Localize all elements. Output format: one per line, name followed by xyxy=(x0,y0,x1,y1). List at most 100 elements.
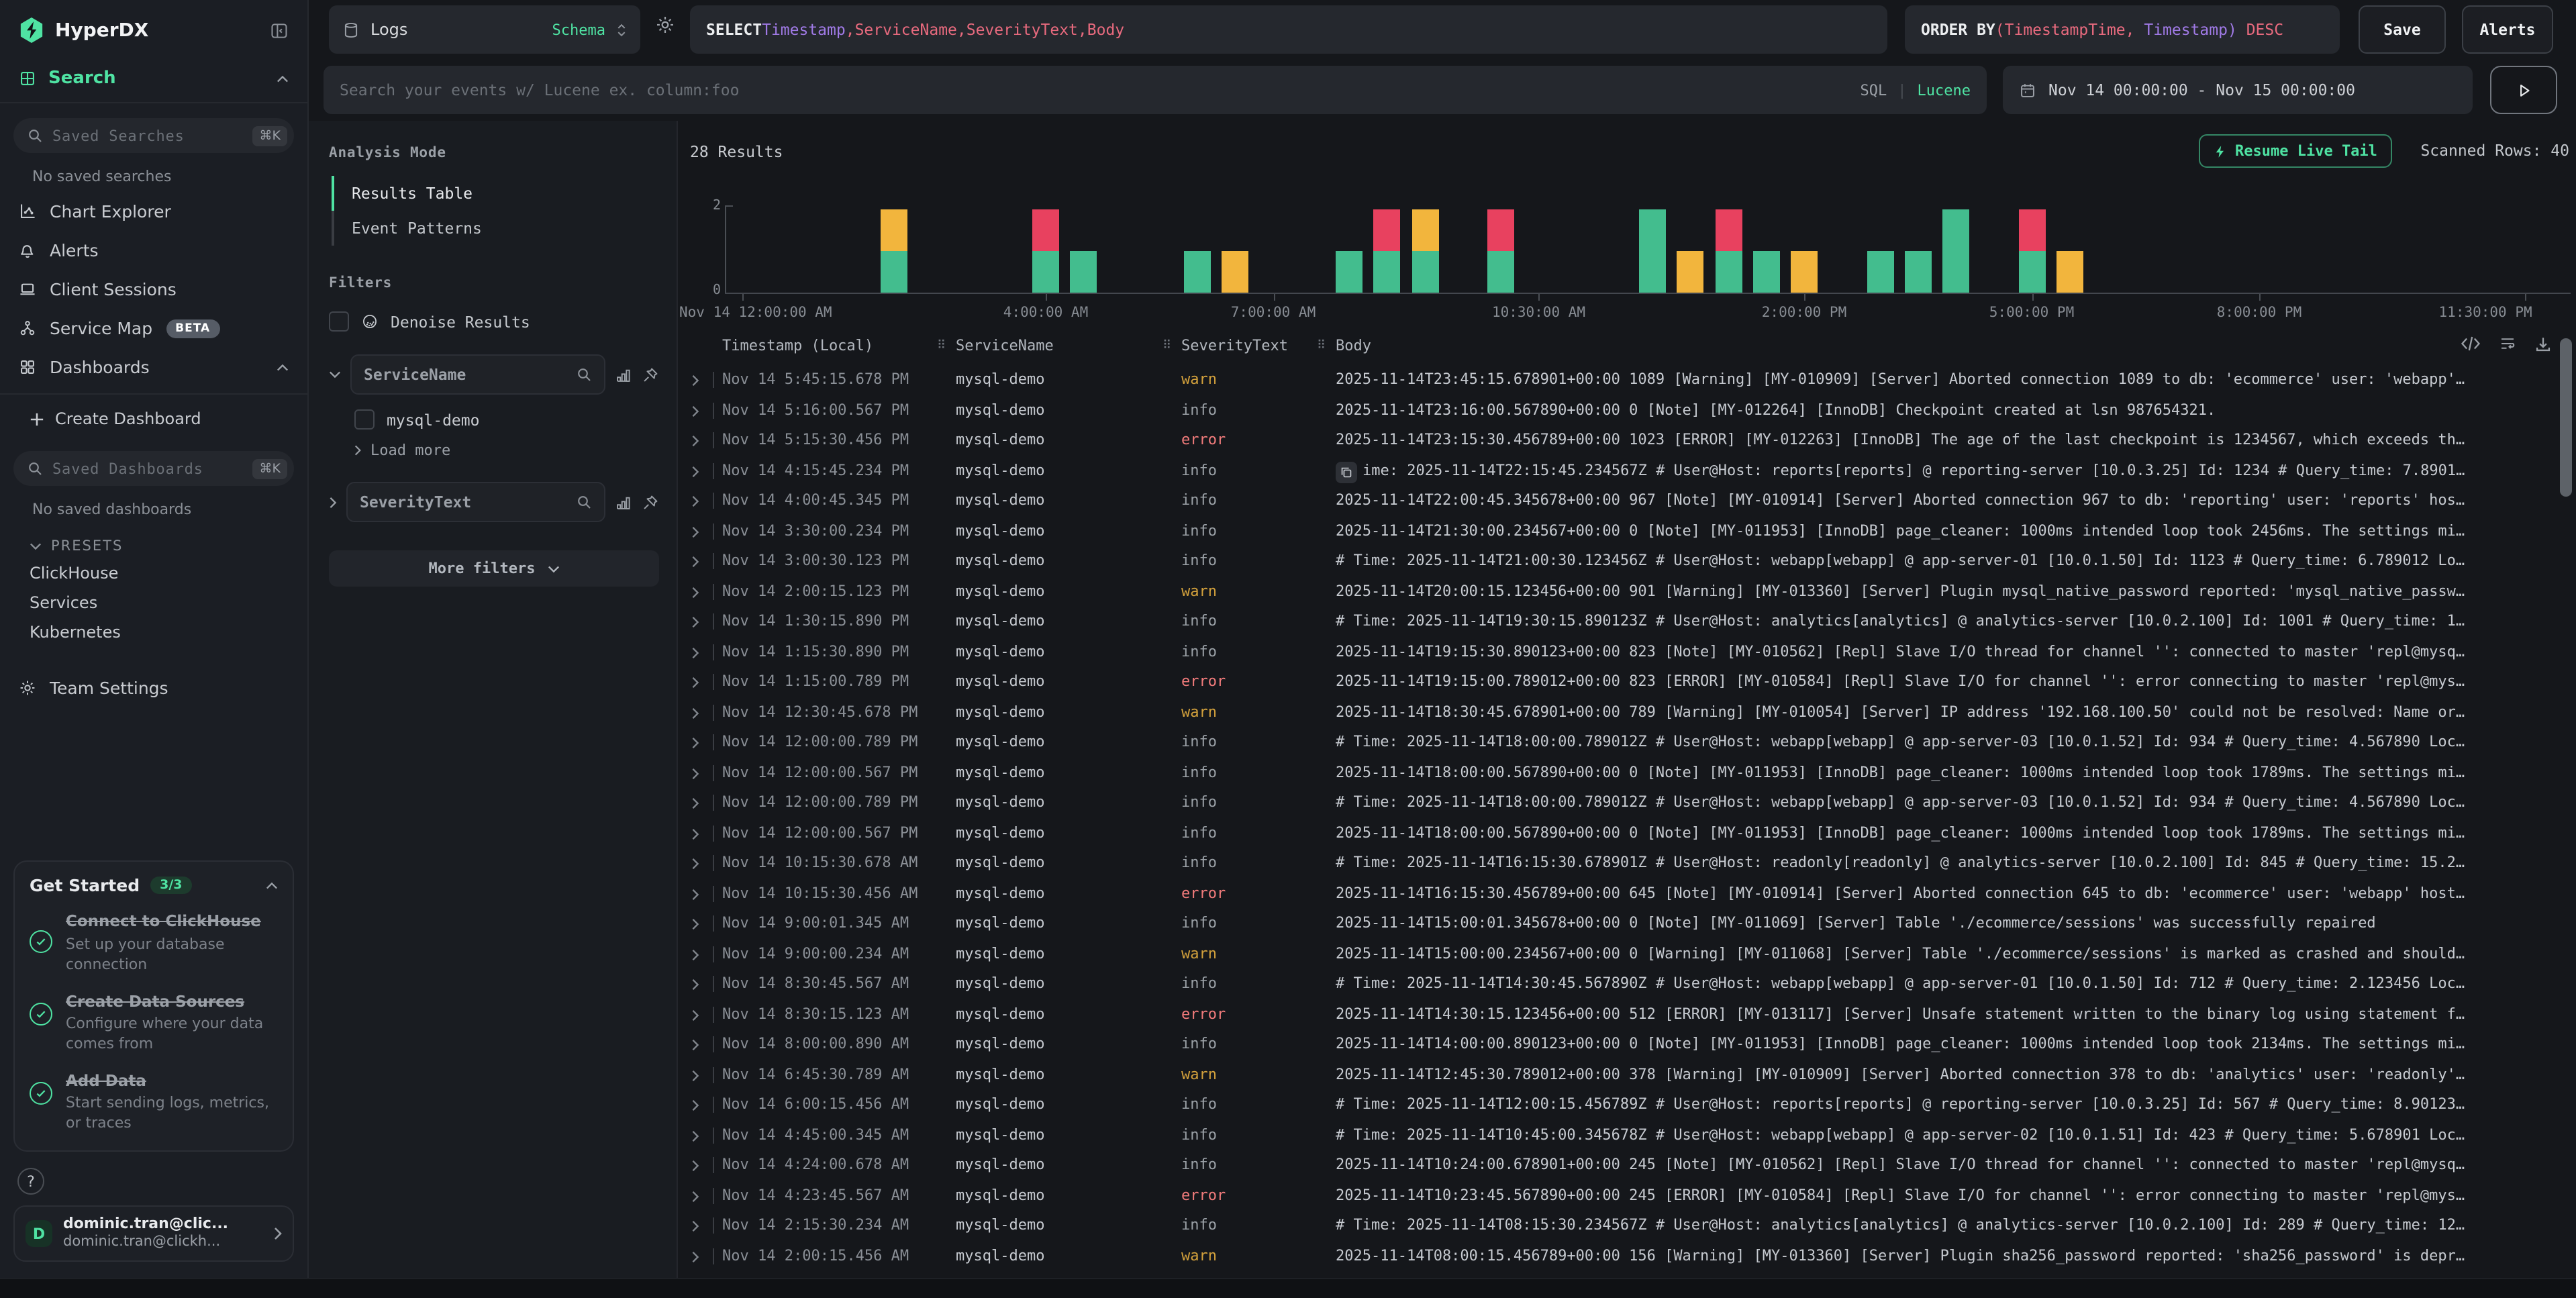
histogram-bar-1-00-pm[interactable] xyxy=(1715,209,1742,293)
expand-row-icon[interactable] xyxy=(691,788,699,800)
histogram-bar-6-30-am[interactable] xyxy=(1222,251,1249,293)
histogram-bar-4-00-am[interactable] xyxy=(1032,209,1059,293)
drag-handle-icon[interactable]: ⠿ xyxy=(1162,340,1171,353)
resume-live-tail-button[interactable]: Resume Live Tail xyxy=(2199,134,2392,168)
expand-row-icon[interactable] xyxy=(691,999,699,1011)
expand-row-icon[interactable] xyxy=(691,1090,699,1102)
expand-row-icon[interactable] xyxy=(691,909,699,921)
preset-item-kubernetes[interactable]: Kubernetes xyxy=(0,617,307,647)
table-row[interactable]: Nov 14 12:00:00.789 PM mysql-demo info #… xyxy=(678,728,2564,758)
presets-toggle[interactable]: PRESETS xyxy=(30,538,307,554)
user-menu[interactable]: D dominic.tran@clic... dominic.tran@clic… xyxy=(13,1205,294,1262)
sql-toggle[interactable]: SQL xyxy=(1861,81,1887,99)
expand-row-icon[interactable] xyxy=(691,486,699,498)
table-row[interactable]: Nov 14 12:30:45.678 PM mysql-demo warn 2… xyxy=(678,697,2564,728)
table-row[interactable]: Nov 14 12:00:00.567 PM mysql-demo info 2… xyxy=(678,818,2564,848)
expand-row-icon[interactable] xyxy=(691,607,699,619)
table-row[interactable]: Nov 14 8:30:45.567 AM mysql-demo info # … xyxy=(678,969,2564,999)
expand-row-icon[interactable] xyxy=(691,456,699,468)
histogram-bar-8-30-am[interactable] xyxy=(1374,209,1401,293)
pin-icon[interactable] xyxy=(642,366,659,383)
expand-row-icon[interactable] xyxy=(691,577,699,589)
select-columns-input[interactable]: SELECT Timestamp,ServiceName,SeverityTex… xyxy=(690,5,1887,54)
histogram-bar-2-00-pm[interactable] xyxy=(1791,251,1818,293)
histogram-bar-4-00-pm[interactable] xyxy=(1942,209,1969,293)
histogram-bar-5-00-pm[interactable] xyxy=(2018,209,2045,293)
expand-row-icon[interactable] xyxy=(691,1241,699,1253)
date-range-picker[interactable]: Nov 14 00:00:00 - Nov 15 00:00:00 xyxy=(2003,66,2473,114)
table-row[interactable]: Nov 14 2:00:15.456 AM mysql-demo warn 20… xyxy=(678,1241,2564,1271)
expand-row-icon[interactable] xyxy=(691,818,699,830)
table-row[interactable]: Nov 14 4:00:45.345 PM mysql-demo info 20… xyxy=(678,486,2564,516)
sidebar-item-service-map[interactable]: Service Map BETA xyxy=(0,309,307,348)
bar-chart-icon[interactable] xyxy=(615,366,632,383)
column-header-servicename[interactable]: ServiceName xyxy=(956,337,1054,354)
chevron-right-icon[interactable] xyxy=(329,496,337,508)
sidebar-item-dashboards[interactable]: Dashboards xyxy=(0,348,307,387)
table-row[interactable]: Nov 14 8:30:15.123 AM mysql-demo error 2… xyxy=(678,999,2564,1030)
table-row[interactable]: Nov 14 12:00:00.789 PM mysql-demo info #… xyxy=(678,788,2564,818)
histogram-bar-6-00-am[interactable] xyxy=(1184,251,1211,293)
table-row[interactable]: Nov 14 6:00:15.456 AM mysql-demo info # … xyxy=(678,1090,2564,1120)
drag-handle-icon[interactable]: ⠿ xyxy=(1317,340,1326,353)
expand-row-icon[interactable] xyxy=(691,939,699,951)
table-row[interactable]: Nov 14 9:00:00.234 AM mysql-demo warn 20… xyxy=(678,939,2564,969)
save-button[interactable]: Save xyxy=(2359,5,2446,54)
histogram-bar-3-00-pm[interactable] xyxy=(1867,251,1893,293)
severitytext-search-box[interactable]: SeverityText xyxy=(346,482,605,522)
table-row[interactable]: Nov 14 3:00:30.123 PM mysql-demo info # … xyxy=(678,546,2564,577)
table-row[interactable]: Nov 14 10:15:30.678 AM mysql-demo info #… xyxy=(678,848,2564,879)
table-row[interactable]: Nov 14 4:45:00.345 AM mysql-demo info # … xyxy=(678,1120,2564,1150)
expand-row-icon[interactable] xyxy=(691,516,699,528)
table-row[interactable]: Nov 14 2:15:30.234 AM mysql-demo info # … xyxy=(678,1211,2564,1241)
table-row[interactable]: Nov 14 5:16:00.567 PM mysql-demo info 20… xyxy=(678,395,2564,426)
chevron-up-icon[interactable] xyxy=(277,74,289,83)
query-settings-gear-icon[interactable] xyxy=(655,15,675,35)
expand-row-icon[interactable] xyxy=(691,1120,699,1132)
table-row[interactable]: Nov 14 4:15:45.234 PM mysql-demo info im… xyxy=(678,456,2564,486)
histogram-bar-10-00-am[interactable] xyxy=(1487,209,1514,293)
expand-row-icon[interactable] xyxy=(691,758,699,770)
run-query-button[interactable] xyxy=(2490,66,2557,114)
histogram-bar-8-00-am[interactable] xyxy=(1336,251,1363,293)
histogram-bar-12-30-pm[interactable] xyxy=(1677,251,1704,293)
table-row[interactable]: Nov 14 6:45:30.789 AM mysql-demo warn 20… xyxy=(678,1060,2564,1090)
histogram-bar-12-00-pm[interactable] xyxy=(1639,209,1666,293)
histogram-bar-1-30-pm[interactable] xyxy=(1753,251,1780,293)
lucene-toggle[interactable]: Lucene xyxy=(1918,81,1971,99)
search-input[interactable]: Search your events w/ Lucene ex. column:… xyxy=(324,66,1987,114)
histogram-bar-3-30-pm[interactable] xyxy=(1905,251,1932,293)
code-view-icon[interactable] xyxy=(2461,336,2481,353)
expand-row-icon[interactable] xyxy=(691,1211,699,1223)
sidebar-item-chart-explorer[interactable]: Chart Explorer xyxy=(0,192,307,231)
expand-row-icon[interactable] xyxy=(691,637,699,649)
table-row[interactable]: Nov 14 5:45:15.678 PM mysql-demo warn 20… xyxy=(678,365,2564,395)
column-header-severitytext[interactable]: SeverityText xyxy=(1181,337,1288,354)
column-header-body[interactable]: Body xyxy=(1336,337,1371,354)
table-row[interactable]: Nov 14 3:30:00.234 PM mysql-demo info 20… xyxy=(678,516,2564,546)
sidebar-item-alerts[interactable]: Alerts xyxy=(0,231,307,270)
sidebar-item-team-settings[interactable]: Team Settings xyxy=(0,668,307,707)
collapse-sidebar-icon[interactable] xyxy=(270,21,289,40)
histogram-bar-9-00-am[interactable] xyxy=(1411,209,1438,293)
get-started-header[interactable]: Get Started 3/3 xyxy=(30,876,278,896)
expand-row-icon[interactable] xyxy=(691,395,699,407)
saved-searches-input[interactable]: Saved Searches ⌘K xyxy=(13,118,294,153)
expand-row-icon[interactable] xyxy=(691,969,699,981)
alerts-button[interactable]: Alerts xyxy=(2462,5,2553,54)
denoise-checkbox[interactable] xyxy=(329,311,349,332)
chevron-down-icon[interactable] xyxy=(329,370,341,379)
expand-row-icon[interactable] xyxy=(691,1030,699,1042)
pin-icon[interactable] xyxy=(642,493,659,511)
histogram-bar-4-30-am[interactable] xyxy=(1071,251,1097,293)
load-more-button[interactable]: Load more xyxy=(354,442,659,459)
expand-row-icon[interactable] xyxy=(691,848,699,860)
expand-row-icon[interactable] xyxy=(691,667,699,679)
servicename-search-box[interactable]: ServiceName xyxy=(350,354,605,395)
expand-row-icon[interactable] xyxy=(691,728,699,740)
mysql-demo-checkbox[interactable] xyxy=(354,409,375,430)
table-row[interactable]: Nov 14 9:00:01.345 AM mysql-demo info 20… xyxy=(678,909,2564,939)
bar-chart-icon[interactable] xyxy=(615,493,632,511)
table-row[interactable]: Nov 14 1:15:00.789 PM mysql-demo error 2… xyxy=(678,667,2564,697)
expand-row-icon[interactable] xyxy=(691,1150,699,1162)
